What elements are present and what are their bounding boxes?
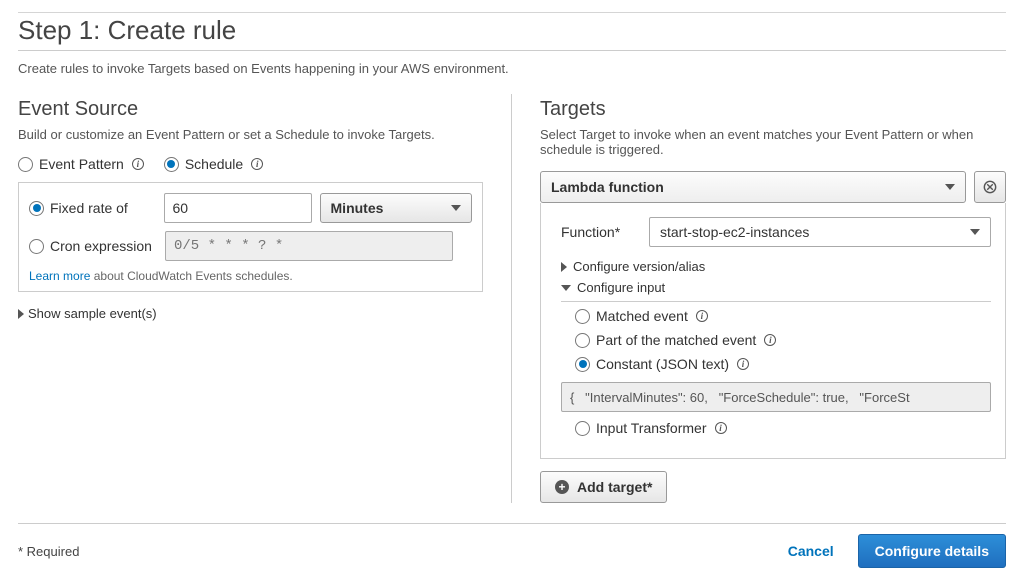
info-icon[interactable]: i [132, 158, 144, 170]
radio-constant-json[interactable]: Constant (JSON text) i [575, 356, 991, 372]
targets-description: Select Target to invoke when an event ma… [540, 127, 1006, 157]
rate-unit-label: Minutes [331, 200, 384, 216]
info-icon[interactable]: i [696, 310, 708, 322]
add-target-label: Add target* [577, 479, 652, 495]
page-description: Create rules to invoke Targets based on … [18, 61, 1006, 76]
target-body: Function* start-stop-ec2-instances Confi… [540, 203, 1006, 459]
schedule-box: Fixed rate of Minutes Cron expression Le… [18, 182, 483, 292]
configure-details-button[interactable]: Configure details [858, 534, 1006, 568]
rate-unit-dropdown[interactable]: Minutes [320, 193, 472, 223]
radio-icon [29, 201, 44, 216]
radio-icon [575, 333, 590, 348]
chevron-right-icon [561, 262, 567, 272]
radio-icon [18, 157, 33, 172]
constant-json-input[interactable] [561, 382, 991, 412]
radio-part-matched[interactable]: Part of the matched event i [575, 332, 991, 348]
configure-version-label: Configure version/alias [573, 259, 705, 274]
cron-label: Cron expression [50, 238, 152, 254]
target-type-dropdown[interactable]: Lambda function [540, 171, 966, 203]
fixed-rate-label: Fixed rate of [50, 200, 128, 216]
main-columns: Event Source Build or customize an Event… [18, 94, 1006, 524]
event-source-title: Event Source [18, 98, 483, 121]
function-value: start-stop-ec2-instances [660, 224, 809, 240]
chevron-down-icon [945, 184, 955, 190]
function-dropdown[interactable]: start-stop-ec2-instances [649, 217, 991, 247]
radio-icon [575, 309, 590, 324]
constant-json-label: Constant (JSON text) [596, 356, 729, 372]
event-source-description: Build or customize an Event Pattern or s… [18, 127, 483, 142]
learn-more-line: Learn more about CloudWatch Events sched… [29, 269, 472, 283]
chevron-right-icon [18, 309, 24, 319]
function-label: Function* [561, 224, 631, 240]
configure-input-label: Configure input [577, 280, 665, 295]
radio-cron[interactable]: Cron expression [29, 238, 157, 254]
configure-version-expander[interactable]: Configure version/alias [561, 259, 991, 274]
function-row: Function* start-stop-ec2-instances [561, 217, 991, 247]
targets-title: Targets [540, 98, 1006, 121]
target-header-row: Lambda function [540, 171, 1006, 203]
target-type-label: Lambda function [551, 179, 664, 195]
radio-event-pattern-label: Event Pattern [39, 156, 124, 172]
info-icon[interactable]: i [715, 422, 727, 434]
configure-input-expander[interactable]: Configure input [561, 280, 991, 302]
radio-icon [575, 421, 590, 436]
remove-target-button[interactable] [974, 171, 1006, 203]
page-title: Step 1: Create rule [18, 12, 1006, 51]
info-icon[interactable]: i [251, 158, 263, 170]
learn-more-link[interactable]: Learn more [29, 269, 90, 283]
footer-actions: Cancel Configure details [782, 534, 1006, 568]
radio-schedule[interactable]: Schedule i [164, 156, 263, 172]
required-note: * Required [18, 544, 79, 559]
info-icon[interactable]: i [737, 358, 749, 370]
radio-icon [29, 239, 44, 254]
remove-icon [983, 180, 997, 194]
info-icon[interactable]: i [764, 334, 776, 346]
learn-more-tail: about CloudWatch Events schedules. [94, 269, 293, 283]
event-source-column: Event Source Build or customize an Event… [18, 94, 512, 503]
fixed-rate-row: Fixed rate of Minutes [29, 193, 472, 223]
chevron-down-icon [561, 285, 571, 291]
show-sample-events[interactable]: Show sample event(s) [18, 306, 483, 321]
cron-row: Cron expression [29, 231, 472, 261]
event-source-mode-row: Event Pattern i Schedule i [18, 156, 483, 172]
radio-icon [575, 357, 590, 372]
input-options-2: Input Transformer i [575, 420, 991, 436]
radio-matched-event[interactable]: Matched event i [575, 308, 991, 324]
cron-input [165, 231, 453, 261]
cancel-button[interactable]: Cancel [782, 542, 840, 560]
plus-icon: + [555, 480, 569, 494]
footer-row: * Required Cancel Configure details [18, 534, 1006, 568]
show-sample-label: Show sample event(s) [28, 306, 157, 321]
chevron-down-icon [970, 229, 980, 235]
part-matched-label: Part of the matched event [596, 332, 756, 348]
add-target-button[interactable]: + Add target* [540, 471, 667, 503]
chevron-down-icon [451, 205, 461, 211]
radio-input-transformer[interactable]: Input Transformer i [575, 420, 991, 436]
radio-schedule-label: Schedule [185, 156, 243, 172]
input-options: Matched event i Part of the matched even… [575, 308, 991, 372]
radio-icon [164, 157, 179, 172]
input-transformer-label: Input Transformer [596, 420, 707, 436]
matched-event-label: Matched event [596, 308, 688, 324]
rate-value-input[interactable] [164, 193, 312, 223]
radio-fixed-rate[interactable]: Fixed rate of [29, 200, 156, 216]
targets-column: Targets Select Target to invoke when an … [512, 94, 1006, 503]
radio-event-pattern[interactable]: Event Pattern i [18, 156, 144, 172]
